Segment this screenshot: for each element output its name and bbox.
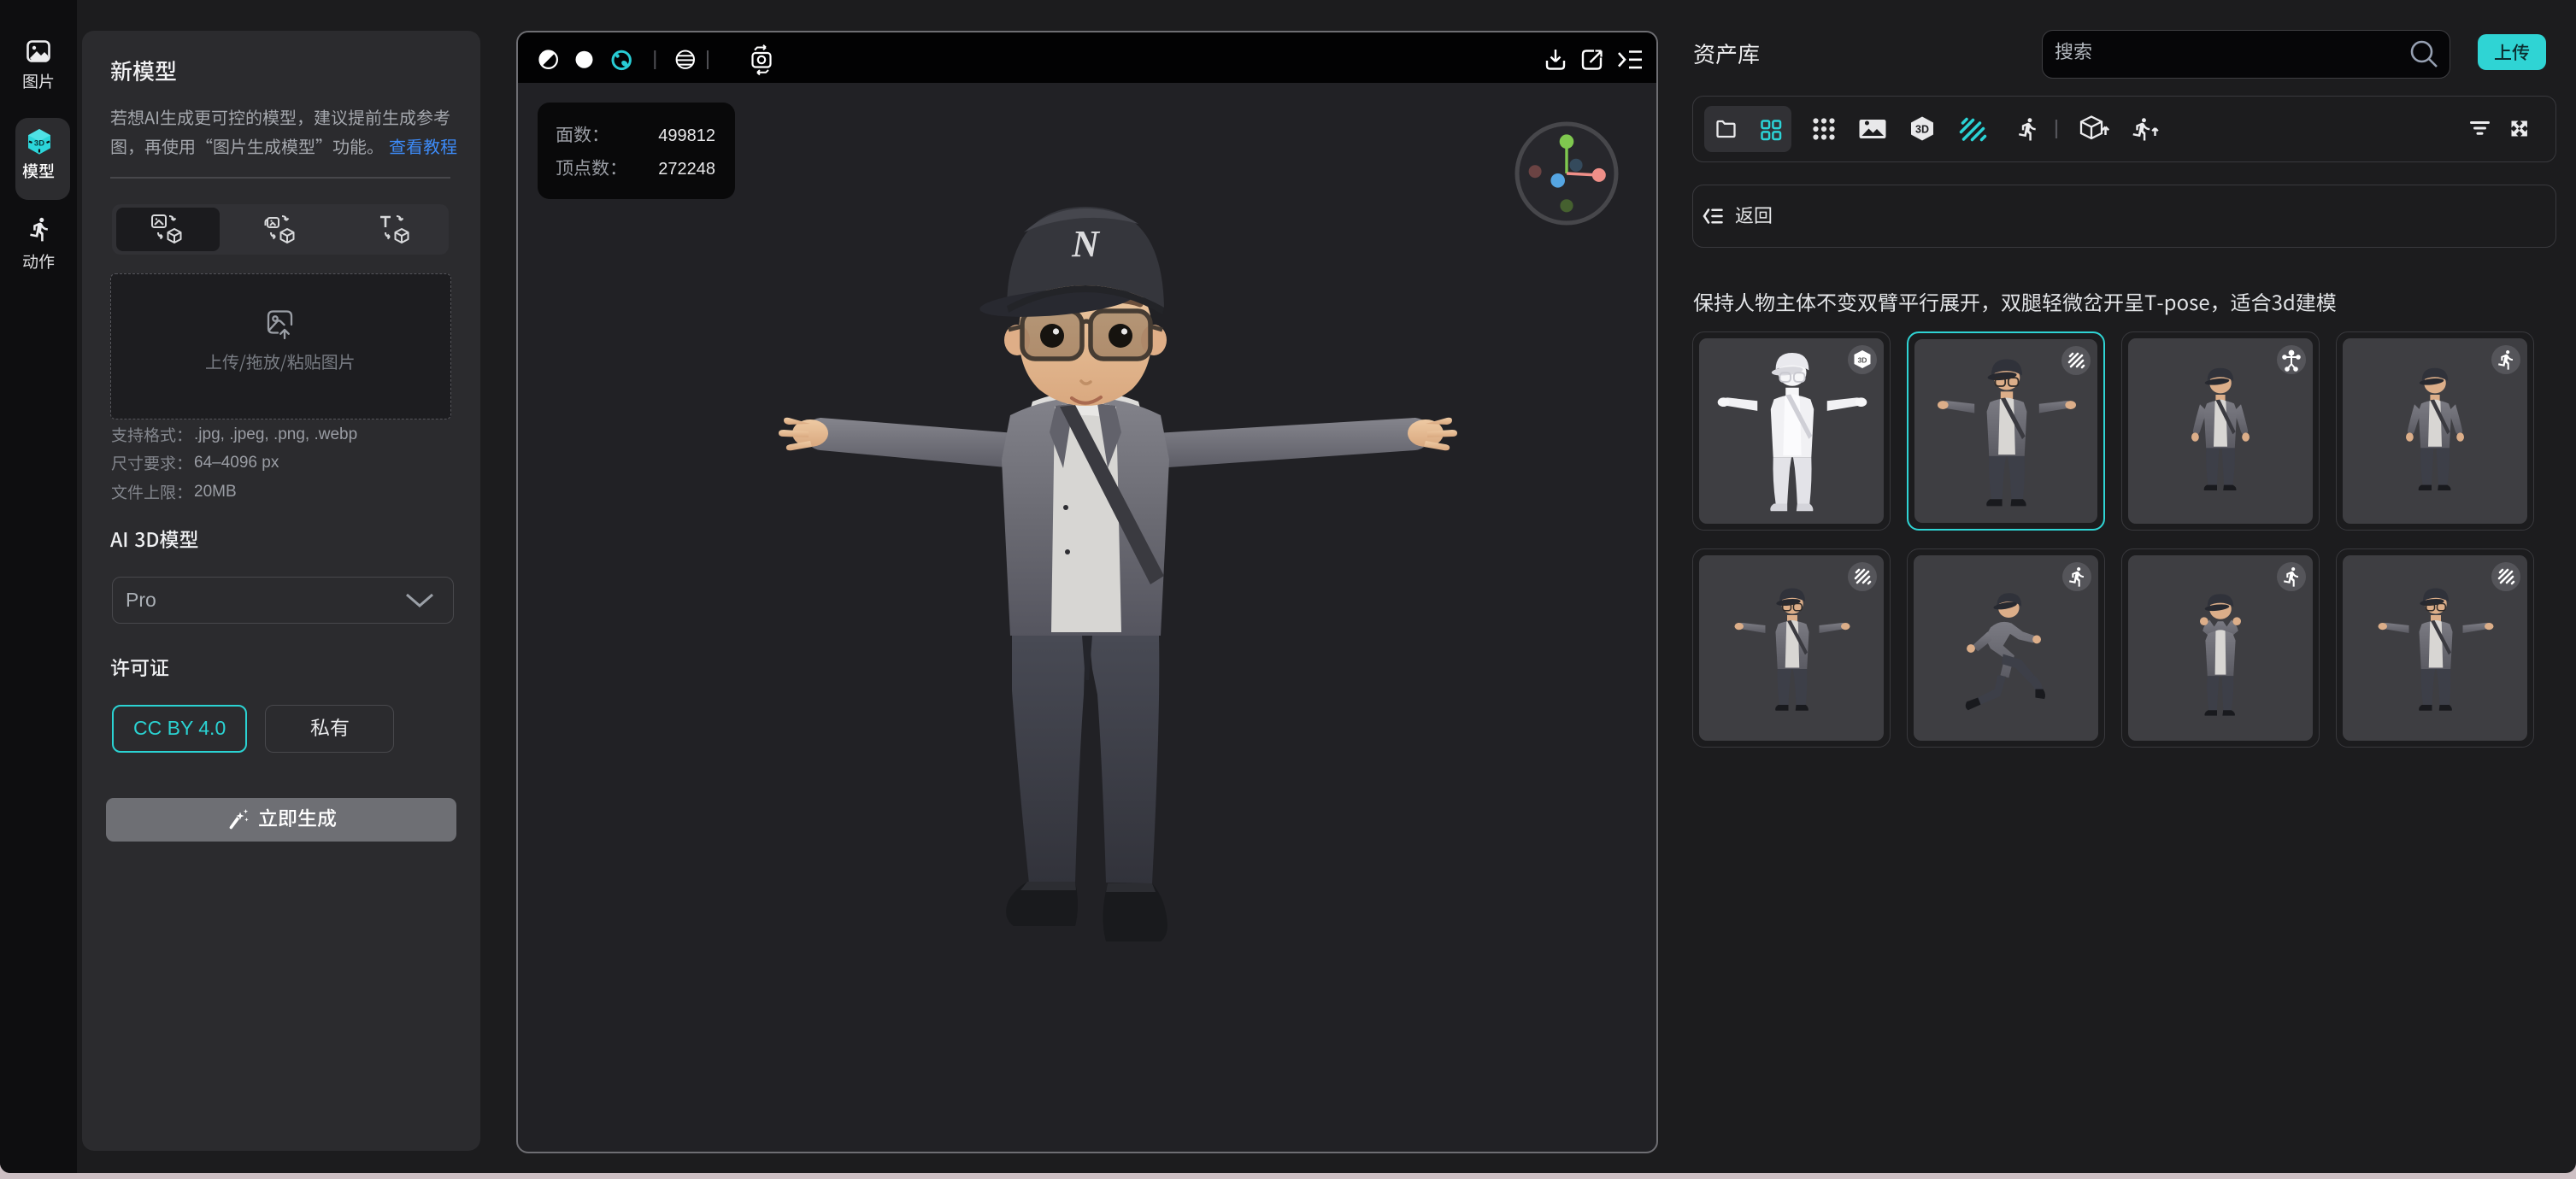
svg-text:3D: 3D [1915,124,1929,136]
svg-text:3D: 3D [34,139,44,149]
svg-text:3D: 3D [1858,356,1867,365]
svg-text:N: N [1071,223,1101,265]
